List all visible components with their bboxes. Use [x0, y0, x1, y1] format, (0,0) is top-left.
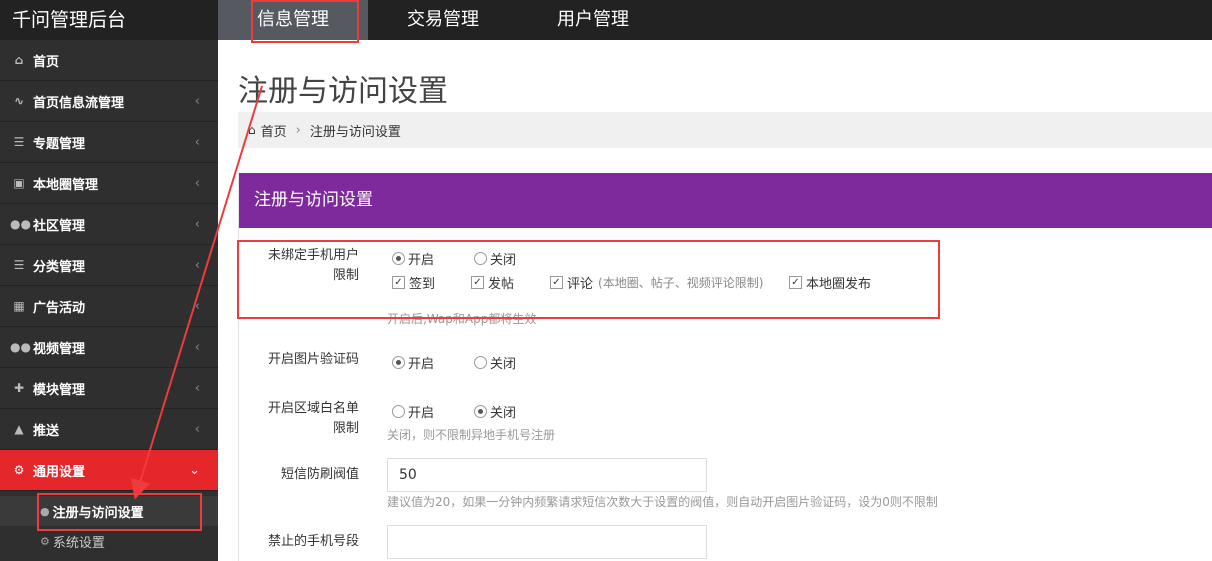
sidebar-subitem-label: 系统设置 [52, 535, 105, 551]
sidebar-item-label: 广告活动 [33, 300, 86, 316]
sidebar-item-push[interactable]: ▲ 推送 ‹ [0, 409, 218, 450]
banned-prefix-label: 禁止的手机号段 [267, 534, 359, 549]
chevron-left-icon: ‹ [194, 339, 200, 355]
label-line: 开启区域白名单 [267, 401, 359, 416]
calendar-icon: ▦ [13, 299, 25, 313]
sidebar: ⌂ 首页 ∿ 首页信息流管理 ‹ ☰ 专题管理 ‹ ▣ 本地圈管理 ‹ ●● 社… [0, 40, 218, 561]
page-title: 注册与访问设置 [238, 74, 448, 109]
sidebar-item-label: 通用设置 [33, 464, 86, 480]
chevron-left-icon: ‹ [194, 421, 200, 437]
sidebar-item-label: 社区管理 [33, 218, 86, 234]
chevron-left-icon: ‹ [194, 298, 200, 314]
whitelist-label: 开启区域白名单 限制 [241, 399, 359, 439]
chevron-left-icon: ‹ [194, 216, 200, 232]
radio-checked-icon [392, 356, 405, 369]
sms-threshold-hint: 建议值为20，如果一分钟内频繁请求短信次数大于设置的阀值，则自动开启图片验证码，… [387, 495, 938, 509]
annotation-highlight-setting-row [237, 240, 940, 319]
sidebar-item-local-circle[interactable]: ▣ 本地圈管理 ‹ [0, 163, 218, 204]
home-icon: ⌂ [14, 53, 24, 67]
rss-icon: ∿ [13, 94, 25, 108]
cogs-icon: ⚙ [13, 463, 25, 477]
list-icon: ☰ [13, 135, 25, 149]
whitelist-hint: 关闭，则不限制异地手机号注册 [387, 428, 556, 442]
sidebar-item-ads[interactable]: ▦ 广告活动 ‹ [0, 286, 218, 327]
sidebar-item-home[interactable]: ⌂ 首页 [0, 40, 218, 81]
chevron-left-icon: ‹ [194, 93, 200, 109]
captcha-radio-on[interactable]: 开启 [392, 353, 434, 372]
chevron-left-icon: ‹ [194, 257, 200, 273]
sidebar-item-modules[interactable]: ✚ 模块管理 ‹ [0, 368, 218, 409]
breadcrumb: ⌂ 首页 › 注册与访问设置 [238, 112, 1212, 148]
banned-prefix-input[interactable] [387, 525, 707, 559]
radio-checked-icon [474, 405, 487, 418]
brand-title: 千问管理后台 [12, 9, 127, 31]
users-icon: ●● [10, 217, 31, 231]
radio-label: 关闭 [490, 357, 517, 372]
sidebar-item-label: 视频管理 [33, 341, 86, 357]
sidebar-item-label: 本地圈管理 [33, 177, 99, 193]
sidebar-item-label: 首页 [33, 54, 60, 70]
cogs-icon: ⚙ [40, 534, 50, 548]
radio-unchecked-icon [392, 405, 405, 418]
tab-user-management[interactable]: 用户管理 [518, 0, 668, 40]
captcha-label: 开启图片验证码 [267, 352, 359, 367]
sidebar-item-label: 首页信息流管理 [33, 95, 125, 111]
breadcrumb-home-link[interactable]: 首页 [261, 121, 287, 140]
sidebar-item-label: 模块管理 [33, 382, 86, 398]
sidebar-item-label: 推送 [33, 423, 60, 439]
bell-icon: ▲ [14, 422, 24, 436]
annotation-highlight-top-tab [251, 0, 359, 43]
sidebar-item-label: 分类管理 [33, 259, 86, 275]
settings-panel: 注册与访问设置 未绑定手机用户 限制 开启 关闭 ✓ 签到 ✓ 发帖 ✓ 评论 … [238, 173, 1212, 561]
panel-title: 注册与访问设置 [239, 173, 1212, 228]
sidebar-item-video[interactable]: ●● 视频管理 ‹ [0, 327, 218, 368]
users-icon: ●● [10, 340, 31, 354]
sidebar-item-general-settings[interactable]: ⚙ 通用设置 ⌄ [0, 450, 218, 491]
sidebar-item-label: 专题管理 [33, 136, 86, 152]
annotation-highlight-sidebar-subitem [37, 493, 202, 531]
whitelist-radio-off[interactable]: 关闭 [474, 402, 516, 421]
chevron-left-icon: ‹ [194, 134, 200, 150]
sidebar-item-feed[interactable]: ∿ 首页信息流管理 ‹ [0, 81, 218, 122]
list-icon: ☰ [13, 258, 25, 272]
camera-icon: ▣ [13, 176, 25, 190]
tab-trade-management[interactable]: 交易管理 [368, 0, 518, 40]
whitelist-radio-on[interactable]: 开启 [392, 402, 434, 421]
radio-unchecked-icon [474, 356, 487, 369]
radio-label: 关闭 [490, 406, 517, 421]
sms-threshold-input[interactable]: 50 [387, 458, 707, 492]
breadcrumb-separator-icon: › [295, 122, 301, 138]
chevron-left-icon: ‹ [194, 380, 200, 396]
top-bar: 千问管理后台 信息管理 交易管理 用户管理 [0, 0, 1212, 40]
chevron-left-icon: ‹ [194, 175, 200, 191]
sidebar-item-community[interactable]: ●● 社区管理 ‹ [0, 204, 218, 245]
chevron-down-icon: ⌄ [189, 462, 200, 478]
puzzle-icon: ✚ [13, 381, 25, 395]
home-icon: ⌂ [248, 123, 256, 137]
sidebar-item-category[interactable]: ☰ 分类管理 ‹ [0, 245, 218, 286]
captcha-radio-off[interactable]: 关闭 [474, 353, 516, 372]
sms-threshold-label: 短信防刷阀值 [280, 467, 359, 482]
sidebar-item-topics[interactable]: ☰ 专题管理 ‹ [0, 122, 218, 163]
radio-label: 开启 [408, 357, 435, 372]
breadcrumb-current: 注册与访问设置 [309, 124, 401, 140]
radio-label: 开启 [408, 406, 435, 421]
label-line: 限制 [332, 421, 359, 436]
